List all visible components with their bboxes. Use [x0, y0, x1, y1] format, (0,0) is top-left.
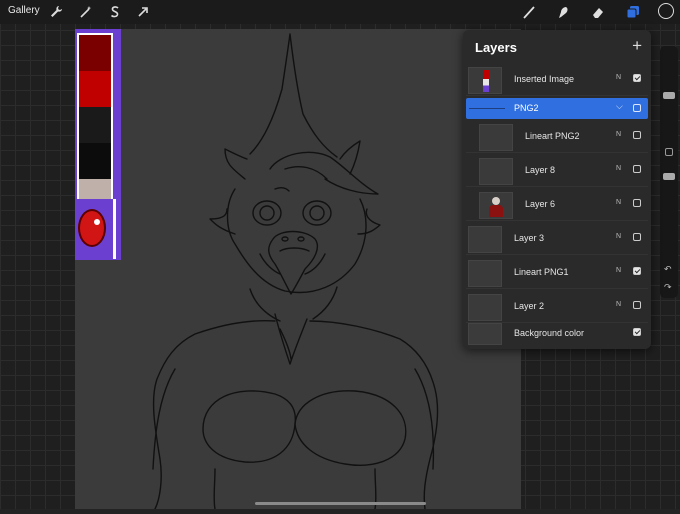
side-toolbar: ↶ ↷ [660, 46, 678, 298]
opacity-slider[interactable] [663, 173, 675, 180]
thumbnail-body [489, 205, 503, 217]
visibility-checkbox[interactable] [633, 74, 641, 82]
layer-thumbnail [479, 158, 513, 185]
layer-thumbnail [479, 192, 513, 219]
visibility-checkbox[interactable] [633, 267, 641, 275]
layer-name: Background color [514, 328, 585, 338]
eye-highlight [94, 219, 100, 225]
eraser-icon[interactable] [590, 4, 606, 20]
layer-thumbnail [468, 67, 502, 94]
color-swatch[interactable] [658, 3, 674, 19]
add-layer-button[interactable]: + [632, 36, 642, 56]
layer-group-row[interactable]: PNG2 ⌵ [466, 98, 648, 119]
layer-name: Layer 3 [514, 233, 545, 243]
blend-mode[interactable]: N [616, 199, 621, 206]
swatch [79, 35, 111, 71]
wrench-icon[interactable] [48, 4, 64, 20]
layer-row[interactable]: Lineart PNG1 N [466, 258, 648, 289]
divider [466, 152, 648, 153]
layer-thumbnail [468, 226, 502, 253]
layer-thumbnail [468, 260, 502, 287]
divider [466, 95, 648, 96]
visibility-checkbox[interactable] [633, 233, 641, 241]
blend-mode[interactable]: N [616, 131, 621, 138]
swatch [79, 143, 111, 179]
group-line [469, 108, 505, 109]
panel-title: Layers [475, 40, 517, 55]
blend-mode[interactable]: N [616, 267, 621, 274]
layer-row[interactable]: Inserted Image N [466, 65, 648, 96]
selection-s-icon[interactable] [107, 4, 123, 20]
layer-name: Lineart PNG1 [514, 267, 569, 277]
layer-thumbnail [468, 294, 502, 321]
frame-edge [113, 199, 116, 259]
undo-icon[interactable]: ↶ [664, 264, 672, 275]
reference-image[interactable] [75, 29, 121, 260]
modify-button[interactable] [665, 148, 673, 156]
chevron-down-icon[interactable]: ⌵ [616, 101, 623, 112]
layer-name: Layer 6 [525, 199, 556, 209]
thumbnail-image [483, 70, 489, 92]
divider [466, 288, 648, 289]
layer-name: Lineart PNG2 [525, 131, 580, 141]
visibility-checkbox[interactable] [633, 131, 641, 139]
layers-icon[interactable] [625, 4, 641, 20]
visibility-checkbox[interactable] [633, 165, 641, 173]
layer-row[interactable]: Background color [466, 321, 648, 349]
layer-name: PNG2 [514, 103, 539, 113]
top-toolbar: Gallery [0, 0, 680, 24]
layer-row[interactable]: Layer 3 N [466, 224, 648, 255]
layer-name: Inserted Image [514, 74, 575, 84]
magic-wand-icon[interactable] [78, 4, 94, 20]
background-color-thumbnail [468, 323, 502, 345]
visibility-checkbox[interactable] [633, 328, 641, 336]
lineart-drawing [152, 33, 439, 510]
visibility-checkbox[interactable] [633, 301, 641, 309]
arrow-transform-icon[interactable] [135, 4, 151, 20]
layer-row[interactable]: Layer 8 N [466, 156, 648, 187]
layer-name: Layer 2 [514, 301, 545, 311]
swatch [79, 107, 111, 143]
drawing-canvas[interactable] [75, 29, 521, 510]
brush-size-slider[interactable] [663, 92, 675, 99]
divider [466, 186, 648, 187]
thumbnail-head [492, 197, 500, 205]
eye-iris [78, 209, 106, 247]
layer-thumbnail [479, 124, 513, 151]
layer-row[interactable]: Layer 6 N [466, 190, 648, 221]
gallery-button[interactable]: Gallery [8, 5, 40, 16]
blend-mode[interactable]: N [616, 74, 621, 81]
divider [466, 220, 648, 221]
layer-name: Layer 8 [525, 165, 556, 175]
blend-mode[interactable]: N [616, 233, 621, 240]
home-indicator [255, 502, 426, 505]
visibility-checkbox[interactable] [633, 104, 641, 112]
layer-row[interactable]: Layer 2 N [466, 292, 648, 323]
blend-mode[interactable]: N [616, 301, 621, 308]
brush-icon[interactable] [521, 4, 537, 20]
divider [466, 254, 648, 255]
swatch [79, 71, 111, 107]
redo-icon[interactable]: ↷ [664, 282, 672, 293]
blend-mode[interactable]: N [616, 165, 621, 172]
smudge-icon[interactable] [555, 4, 571, 20]
eye-region [75, 199, 121, 260]
visibility-checkbox[interactable] [633, 199, 641, 207]
layers-panel: Layers + Inserted Image N PNG2 ⌵ Lineart… [463, 30, 651, 349]
layer-row[interactable]: Lineart PNG2 N [466, 122, 648, 153]
